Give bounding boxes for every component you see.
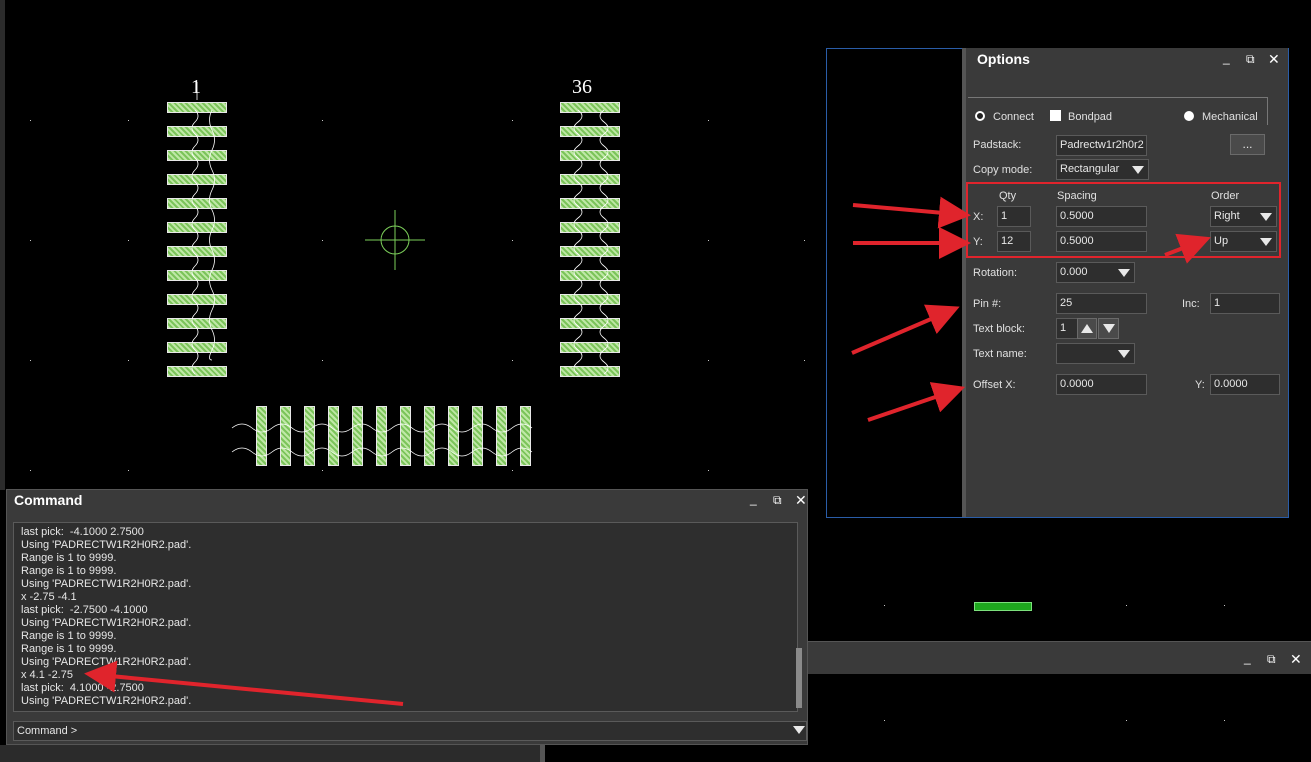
padstack-browse-button[interactable]: ... <box>1230 134 1265 155</box>
bottom-dock-panel <box>808 641 1311 674</box>
chevron-down-icon <box>1118 350 1130 358</box>
text-name-label: Text name: <box>973 348 1027 360</box>
copy-mode-select[interactable]: Rectangular <box>1056 159 1149 180</box>
bondpad-checkbox[interactable] <box>1050 110 1061 121</box>
y-row-label: Y: <box>973 236 983 248</box>
rotation-select[interactable]: 0.000 <box>1056 262 1135 283</box>
x-order-value: Right <box>1214 210 1240 222</box>
chevron-down-icon <box>1132 166 1144 174</box>
order-header: Order <box>1211 190 1240 202</box>
offset-y-label: Y: <box>1195 379 1205 391</box>
command-prompt: Command > <box>17 725 78 737</box>
offset-x-label: Offset X: <box>973 379 1016 391</box>
options-title: Options <box>977 51 1030 67</box>
y-order-value: Up <box>1214 235 1229 247</box>
log-line: x 4.1 -2.75 <box>21 669 73 681</box>
command-title: Command <box>14 492 83 508</box>
command-close-button[interactable]: ✕ <box>795 492 807 509</box>
y-spacing-field[interactable]: 0.5000 <box>1056 231 1147 252</box>
inc-field[interactable]: 1 <box>1210 293 1280 314</box>
pin-number-label: Pin #: <box>973 298 1002 310</box>
text-block-field[interactable]: 1 <box>1056 318 1078 339</box>
command-log-scrollbar[interactable] <box>796 648 802 708</box>
chevron-down-icon[interactable] <box>793 726 805 734</box>
log-line: Range is 1 to 9999. <box>21 630 117 642</box>
bottom-close-button[interactable]: ✕ <box>1290 651 1302 668</box>
connect-label: Connect <box>993 111 1034 123</box>
y-qty-field[interactable]: 12 <box>997 231 1031 252</box>
command-minimize-button[interactable]: _ <box>750 492 757 506</box>
x-qty-field[interactable]: 1 <box>997 206 1031 227</box>
text-block-label: Text block: <box>973 323 1025 335</box>
log-line: Range is 1 to 9999. <box>21 643 117 655</box>
placed-pad-preview <box>974 602 1032 611</box>
x-spacing-field[interactable]: 0.5000 <box>1056 206 1147 227</box>
x-order-select[interactable]: Right <box>1210 206 1277 227</box>
x-row-label: X: <box>973 211 984 223</box>
text-block-decrement-button[interactable] <box>1098 318 1119 339</box>
log-line: x -2.75 -4.1 <box>21 591 77 603</box>
offset-y-field[interactable]: 0.0000 <box>1210 374 1280 395</box>
offset-x-field[interactable]: 0.0000 <box>1056 374 1147 395</box>
y-order-select[interactable]: Up <box>1210 231 1277 252</box>
chevron-down-icon <box>1260 213 1272 221</box>
padstack-field[interactable]: Padrectw1r2h0r2 <box>1056 135 1147 156</box>
command-input[interactable]: Command > <box>13 721 807 741</box>
mechanical-radio[interactable] <box>1184 111 1194 121</box>
log-line: last pick: -4.1000 2.7500 <box>21 526 144 538</box>
log-line: Range is 1 to 9999. <box>21 565 117 577</box>
dock-divider <box>540 745 545 762</box>
pin-number-field[interactable]: 25 <box>1056 293 1147 314</box>
status-strip <box>0 745 545 762</box>
log-line: Using 'PADRECTW1R2H0R2.pad'. <box>21 617 192 629</box>
copy-mode-label: Copy mode: <box>973 164 1033 176</box>
text-block-increment-button[interactable] <box>1077 318 1097 339</box>
chevron-down-icon <box>1260 238 1272 246</box>
options-restore-button[interactable]: ⧉ <box>1246 52 1255 67</box>
connect-radio[interactable] <box>975 111 985 121</box>
command-restore-button[interactable]: ⧉ <box>773 493 782 508</box>
text-name-select[interactable] <box>1056 343 1135 364</box>
command-log[interactable]: last pick: -4.1000 2.7500 Using 'PADRECT… <box>13 522 798 712</box>
bottom-minimize-button[interactable]: _ <box>1244 651 1251 665</box>
log-line: Range is 1 to 9999. <box>21 552 117 564</box>
options-close-button[interactable]: ✕ <box>1268 51 1280 68</box>
mechanical-label: Mechanical <box>1202 111 1258 123</box>
bondpad-label: Bondpad <box>1068 111 1113 123</box>
qty-header: Qty <box>999 190 1017 202</box>
chevron-down-icon <box>1102 324 1115 333</box>
options-minimize-button[interactable]: _ <box>1223 51 1230 65</box>
bottom-restore-button[interactable]: ⧉ <box>1267 652 1276 667</box>
log-line: last pick: 4.1000 -2.7500 <box>21 682 144 694</box>
log-line: Using 'PADRECTW1R2H0R2.pad'. <box>21 539 192 551</box>
log-line: Using 'PADRECTW1R2H0R2.pad'. <box>21 656 192 668</box>
rotation-label: Rotation: <box>973 267 1018 279</box>
chevron-down-icon <box>1118 269 1130 277</box>
inc-label: Inc: <box>1182 298 1200 310</box>
log-line: Using 'PADRECTW1R2H0R2.pad'. <box>21 695 192 707</box>
copy-mode-value: Rectangular <box>1060 163 1120 175</box>
chevron-up-icon <box>1081 324 1093 333</box>
padstack-label: Padstack: <box>973 139 1022 151</box>
log-line: Using 'PADRECTW1R2H0R2.pad'. <box>21 578 192 590</box>
log-line: last pick: -2.7500 -4.1000 <box>21 604 148 616</box>
spacing-header: Spacing <box>1057 190 1097 202</box>
rotation-value: 0.000 <box>1060 266 1088 278</box>
origin-crosshair-icon <box>365 210 425 270</box>
